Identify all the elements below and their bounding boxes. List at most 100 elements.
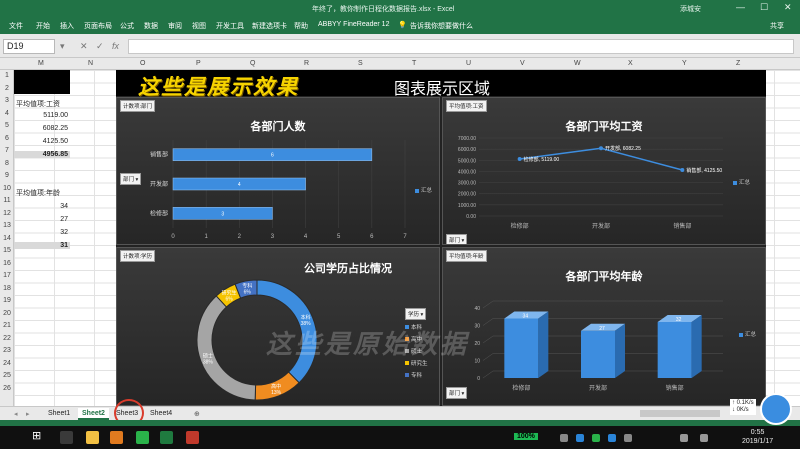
- tab-file[interactable]: 文件: [9, 21, 23, 31]
- app-icon[interactable]: [110, 431, 123, 444]
- tray-icon[interactable]: [608, 434, 616, 442]
- tab-page-layout[interactable]: 页面布局: [84, 21, 112, 31]
- column-header[interactable]: O: [140, 60, 145, 67]
- row-header[interactable]: 14: [0, 235, 14, 242]
- age-value-cell[interactable]: 34: [14, 203, 70, 210]
- cancel-icon[interactable]: ✕: [80, 41, 88, 52]
- department-filter-button[interactable]: 部门 ▾: [446, 387, 468, 399]
- wechat-icon[interactable]: [136, 431, 149, 444]
- name-box[interactable]: D19: [3, 39, 55, 54]
- column-header[interactable]: P: [196, 60, 201, 67]
- clock[interactable]: 0:55 2019/1/17: [742, 428, 773, 446]
- column-header[interactable]: Y: [682, 60, 687, 67]
- row-header[interactable]: 25: [0, 372, 14, 379]
- start-icon[interactable]: ⊞: [32, 429, 45, 442]
- row-header[interactable]: 16: [0, 260, 14, 267]
- row-header[interactable]: 22: [0, 335, 14, 342]
- row-header[interactable]: 1: [0, 72, 14, 79]
- row-header[interactable]: 9: [0, 172, 14, 179]
- row-header[interactable]: 15: [0, 247, 14, 254]
- column-header[interactable]: N: [88, 60, 93, 67]
- function-icon[interactable]: fx: [112, 41, 119, 51]
- network-icon[interactable]: [700, 434, 708, 442]
- column-header[interactable]: S: [358, 60, 363, 67]
- tab-help[interactable]: 帮助: [294, 21, 308, 31]
- tray-icon[interactable]: [624, 434, 632, 442]
- row-header[interactable]: 12: [0, 210, 14, 217]
- row-header[interactable]: 4: [0, 110, 14, 117]
- share-button[interactable]: 共享: [770, 21, 784, 31]
- add-sheet-icon[interactable]: ⊕: [190, 408, 204, 420]
- row-header[interactable]: 5: [0, 122, 14, 129]
- dropdown-icon[interactable]: ▾: [60, 41, 65, 52]
- column-header[interactable]: V: [520, 60, 525, 67]
- salary-chart-panel[interactable]: 平均值项:工资 各部门平均工资 0.00 1000.00 2000.00 3000.0…: [442, 97, 766, 245]
- row-header[interactable]: 23: [0, 347, 14, 354]
- recording-app-icon[interactable]: [186, 431, 199, 444]
- column-header[interactable]: W: [574, 60, 581, 67]
- horizontal-scrollbar[interactable]: [640, 410, 720, 417]
- headcount-chart-panel[interactable]: 计数项:部门 各部门人数 0 1 2 3 4 5 6 7 检修部 3 开发部 4 销售部 6 部门 ▾ 汇…: [116, 97, 440, 245]
- salary-value-cell[interactable]: 6082.25: [14, 125, 70, 132]
- user-name[interactable]: 添城安: [680, 4, 701, 14]
- row-header[interactable]: 13: [0, 222, 14, 229]
- row-header[interactable]: 6: [0, 135, 14, 142]
- sheet-tab-4[interactable]: Sheet4: [146, 408, 176, 420]
- row-header[interactable]: 11: [0, 197, 14, 204]
- scroll-left-icon[interactable]: ◂: [10, 408, 22, 420]
- row-header[interactable]: 10: [0, 185, 14, 192]
- salary-label-cell[interactable]: 平均值项:工资: [14, 99, 70, 109]
- column-header[interactable]: X: [628, 60, 633, 67]
- sheet-tab-1[interactable]: Sheet1: [44, 408, 74, 420]
- department-filter-button[interactable]: 部门 ▾: [120, 173, 142, 185]
- tab-review[interactable]: 审阅: [168, 21, 182, 31]
- row-header[interactable]: 26: [0, 385, 14, 392]
- close-icon[interactable]: ✕: [784, 2, 792, 13]
- tray-icon[interactable]: [592, 434, 600, 442]
- tray-icon[interactable]: [576, 434, 584, 442]
- education-filter-button[interactable]: 学历 ▾: [405, 308, 427, 320]
- age-label-cell[interactable]: 平均值项:年龄: [14, 188, 70, 198]
- search-icon[interactable]: [60, 431, 73, 444]
- column-header[interactable]: Q: [250, 60, 255, 67]
- department-filter-button[interactable]: 部门 ▾: [446, 234, 468, 244]
- tab-new[interactable]: 新建选项卡: [252, 21, 287, 31]
- row-header[interactable]: 8: [0, 160, 14, 167]
- excel-taskbar-icon[interactable]: [160, 431, 173, 444]
- chat-assistant-icon[interactable]: [760, 393, 792, 425]
- row-header[interactable]: 18: [0, 285, 14, 292]
- tray-icon[interactable]: [560, 434, 568, 442]
- tab-abbyy[interactable]: ABBYY FineReader 12: [318, 21, 389, 28]
- salary-value-cell[interactable]: 4125.50: [14, 138, 70, 145]
- age-value-cell[interactable]: 32: [14, 229, 70, 236]
- scroll-right-icon[interactable]: ▸: [22, 408, 34, 420]
- tab-developer[interactable]: 开发工具: [216, 21, 244, 31]
- tab-view[interactable]: 视图: [192, 21, 206, 31]
- tab-home[interactable]: 开始: [36, 21, 50, 31]
- tab-data[interactable]: 数据: [144, 21, 158, 31]
- row-header[interactable]: 20: [0, 310, 14, 317]
- formula-input[interactable]: [128, 39, 794, 54]
- row-header[interactable]: 24: [0, 360, 14, 367]
- row-header[interactable]: 21: [0, 322, 14, 329]
- salary-value-cell[interactable]: 5119.00: [14, 112, 70, 119]
- sheet-tab-2[interactable]: Sheet2: [78, 408, 109, 420]
- age-value-cell[interactable]: 27: [14, 216, 70, 223]
- column-header[interactable]: U: [466, 60, 471, 67]
- row-header[interactable]: 7: [0, 147, 14, 154]
- tab-formulas[interactable]: 公式: [120, 21, 134, 31]
- column-header[interactable]: M: [38, 60, 44, 67]
- column-header[interactable]: T: [412, 60, 416, 67]
- row-header[interactable]: 2: [0, 85, 14, 92]
- column-header[interactable]: Z: [736, 60, 740, 67]
- battery-indicator[interactable]: 100%: [514, 433, 538, 440]
- maximize-icon[interactable]: ☐: [760, 2, 768, 13]
- enter-icon[interactable]: ✓: [96, 41, 104, 52]
- column-header[interactable]: R: [304, 60, 309, 67]
- file-explorer-icon[interactable]: [86, 431, 99, 444]
- row-header[interactable]: 19: [0, 297, 14, 304]
- age-chart-panel[interactable]: 平均值项:年龄 各部门平均年龄 0 10 20 30 40 34 检修部 27 开发部 32 销售部…: [442, 247, 766, 406]
- row-header[interactable]: 3: [0, 97, 14, 104]
- speaker-icon[interactable]: [680, 434, 688, 442]
- tab-insert[interactable]: 插入: [60, 21, 74, 31]
